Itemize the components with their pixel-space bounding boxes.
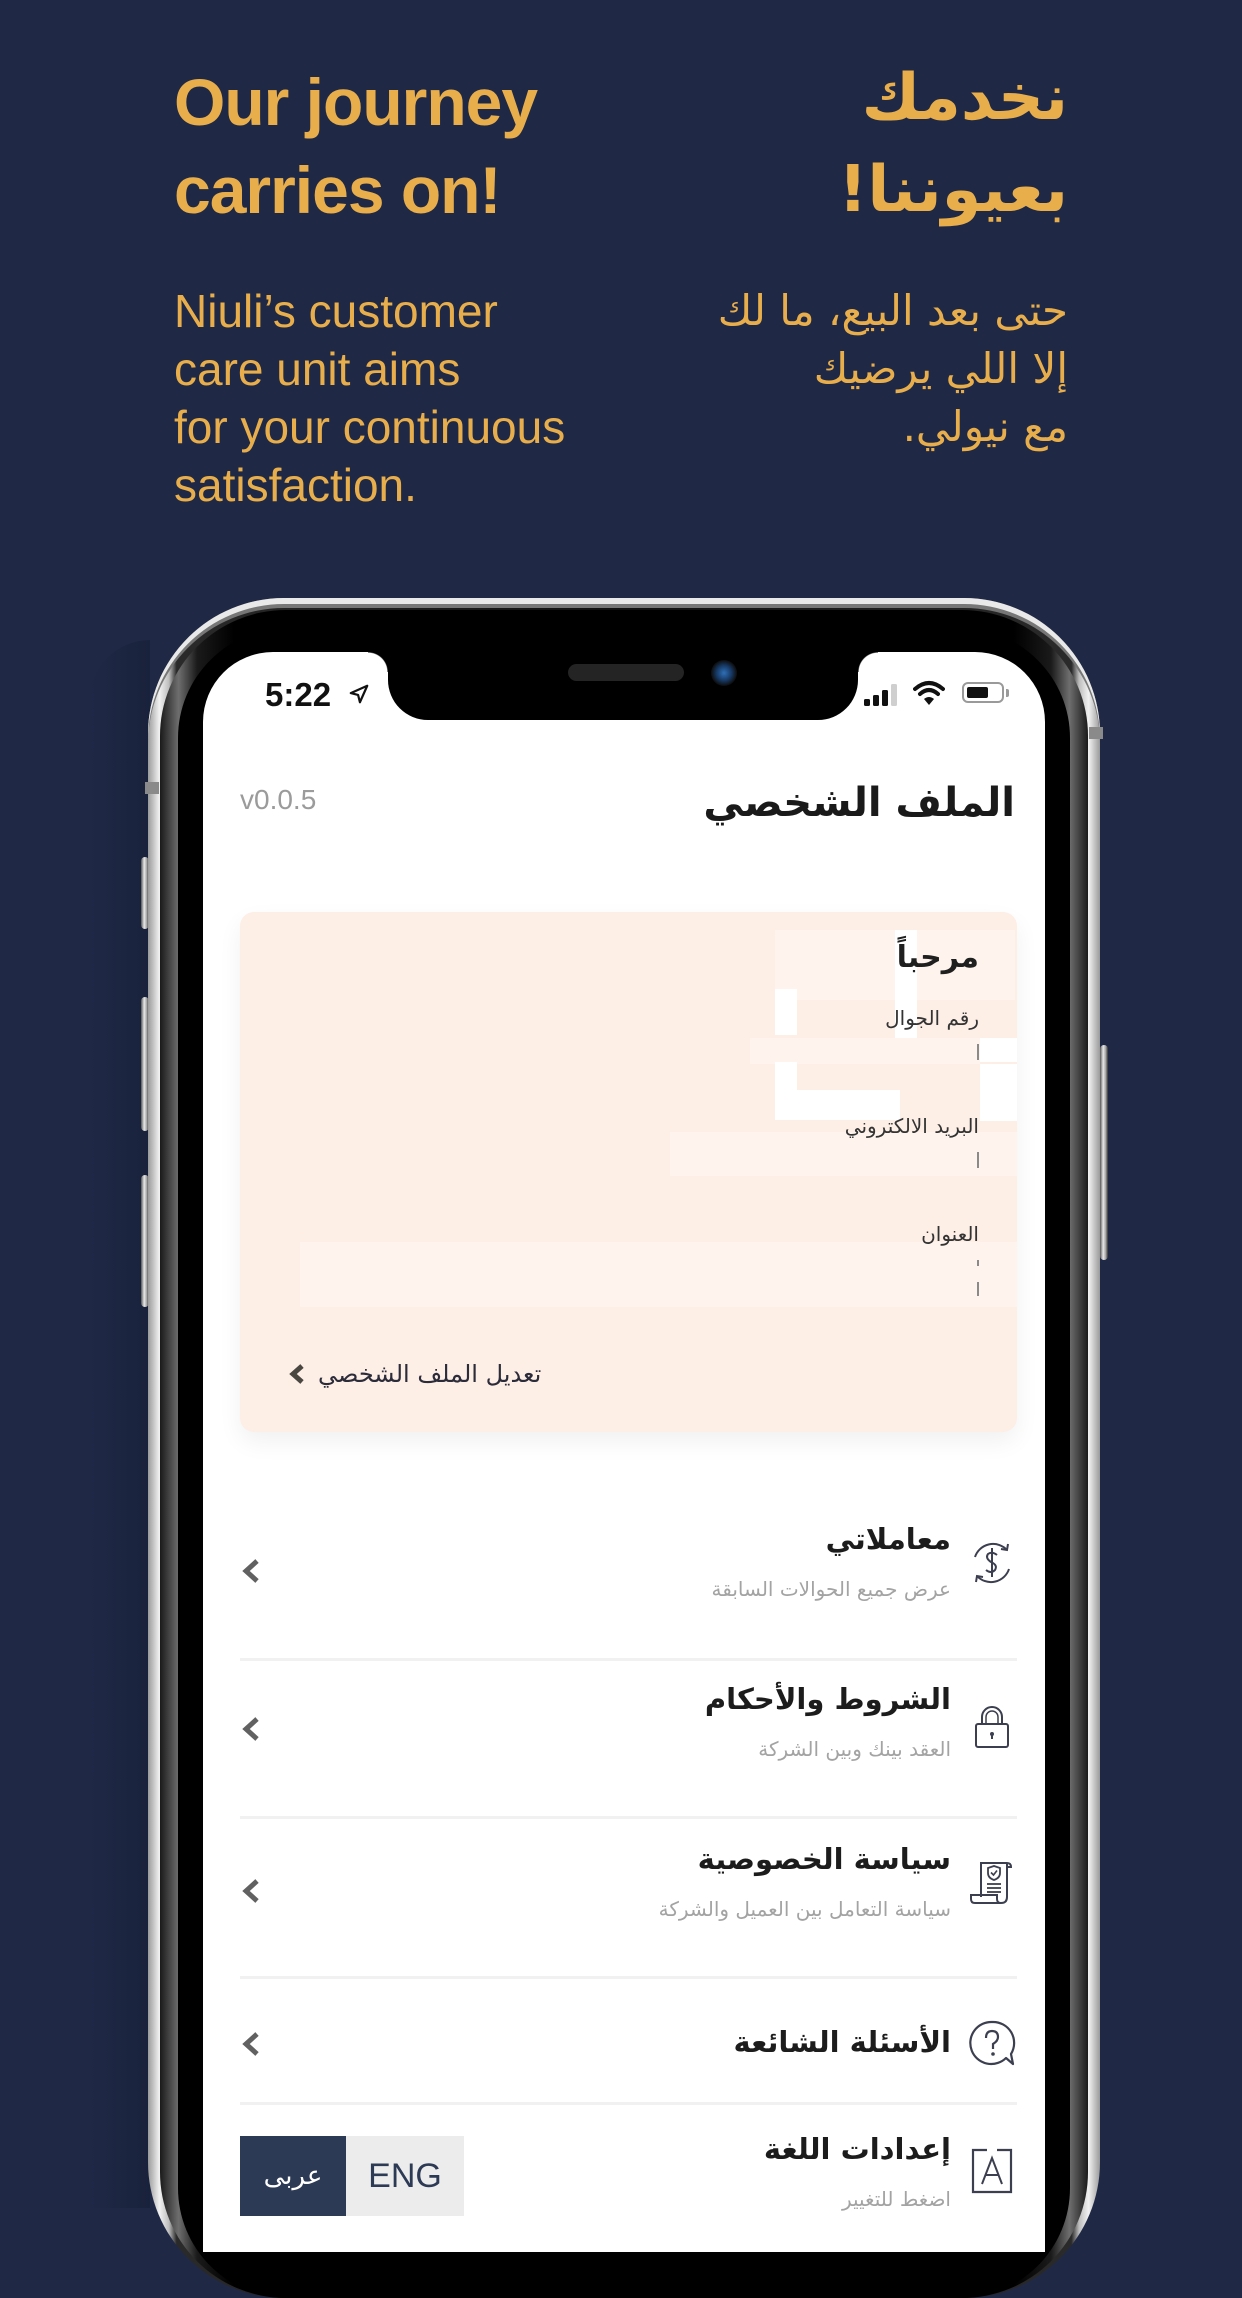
wifi-icon xyxy=(913,681,945,705)
menu-divider xyxy=(240,2102,1017,2105)
menu-divider xyxy=(240,1658,1017,1661)
chevron-left-icon xyxy=(289,1364,304,1384)
notch xyxy=(368,652,878,720)
chevron-left-icon xyxy=(242,1879,259,1903)
battery-tip xyxy=(1006,689,1009,697)
menu-item-terms[interactable]: الشروط والأحكام العقد بينك وبين الشركة xyxy=(240,1682,1017,1782)
location-arrow-icon xyxy=(349,684,369,704)
menu-divider xyxy=(240,1976,1017,1979)
antenna-band-right xyxy=(1089,727,1103,739)
chevron-left-icon xyxy=(242,1559,259,1583)
email-label: البريد الالكتروني xyxy=(844,1114,979,1138)
edit-profile-label: تعديل الملف الشخصي xyxy=(318,1360,542,1388)
edit-profile-link[interactable]: تعديل الملف الشخصي xyxy=(288,1360,541,1388)
promo-arabic-body: حتى بعد البيع، ما لك إلا اللي يرضيك مع ن… xyxy=(717,286,1068,451)
status-time: 5:22 xyxy=(265,676,332,713)
lock-icon xyxy=(975,1706,1009,1748)
menu-divider xyxy=(240,1816,1017,1819)
page-title: الملف الشخصي xyxy=(703,780,1015,826)
menu-item-subtitle: العقد بينك وبين الشركة xyxy=(758,1737,951,1761)
front-camera xyxy=(711,660,737,686)
currency-exchange-icon xyxy=(974,1542,1010,1584)
chevron-left-icon xyxy=(242,2032,259,2056)
redacted-block xyxy=(980,1064,1017,1121)
privacy-document-icon xyxy=(970,1862,1013,1904)
menu-item-title: سياسة الخصوصية xyxy=(697,1842,951,1876)
menu-item-faq[interactable]: الأسئلة الشائعة xyxy=(240,1997,1017,2097)
menu-item-title: الأسئلة الشائعة xyxy=(733,2025,952,2059)
mobile-value xyxy=(977,1044,979,1060)
signal-bar xyxy=(882,690,888,706)
question-bubble-icon xyxy=(969,2020,1016,2066)
signal-bar xyxy=(873,695,879,706)
menu-item-subtitle: سياسة التعامل بين العميل والشركة xyxy=(658,1897,951,1921)
menu-item-transactions[interactable]: معاملاتي عرض جميع الحوالات السابقة xyxy=(240,1522,1017,1622)
power-button xyxy=(1100,1045,1108,1260)
redacted-block xyxy=(775,989,797,1035)
app-version: v0.0.5 xyxy=(240,784,317,815)
redacted-block xyxy=(300,1242,1017,1307)
antenna-band-left xyxy=(145,782,159,794)
redacted-block xyxy=(670,1132,1017,1176)
language-option-english[interactable]: ENG xyxy=(346,2136,464,2216)
email-value xyxy=(977,1152,979,1168)
battery-icon xyxy=(962,682,1004,703)
menu-item-title: إعدادات اللغة xyxy=(763,2132,951,2166)
menu-item-title: الشروط والأحكام xyxy=(704,1682,951,1716)
chevron-left-icon xyxy=(242,1717,259,1741)
menu-item-privacy-policy[interactable]: سياسة الخصوصية سياسة التعامل بين العميل … xyxy=(240,1842,1017,1942)
redacted-block xyxy=(980,1038,1017,1062)
language-icon xyxy=(971,2148,1013,2194)
signal-strength-icon xyxy=(864,684,902,706)
promo-arabic-headline: نخدمك بعيوننا! xyxy=(838,61,1068,227)
promo-english-body: Niuli’s customer care unit aims for your… xyxy=(174,285,566,511)
greeting: مرحباً xyxy=(896,940,979,975)
menu-item-subtitle: اضغط للتغيير xyxy=(841,2187,951,2211)
address-value xyxy=(977,1260,979,1266)
language-option-arabic[interactable]: عربى xyxy=(240,2136,346,2216)
battery-level xyxy=(967,687,988,698)
address-label: العنوان xyxy=(921,1222,979,1246)
language-toggle: عربى ENG xyxy=(240,2136,464,2216)
promo-english-headline: Our journey carries on! xyxy=(174,65,538,227)
mobile-label: رقم الجوال xyxy=(885,1006,979,1030)
signal-bar xyxy=(864,699,870,706)
phone-screen: 5:22 v0.0.5 الملف الشخصي مرحباً رقم الجو… xyxy=(203,652,1045,2252)
speaker-grille xyxy=(568,664,684,681)
menu-item-title: معاملاتي xyxy=(825,1522,951,1556)
redacted-block xyxy=(750,1038,980,1064)
profile-card: مرحباً رقم الجوال البريد الالكتروني العن… xyxy=(240,912,1017,1432)
menu-item-subtitle: عرض جميع الحوالات السابقة xyxy=(711,1577,951,1601)
address-value-line2 xyxy=(977,1282,979,1296)
signal-bar xyxy=(891,684,897,706)
